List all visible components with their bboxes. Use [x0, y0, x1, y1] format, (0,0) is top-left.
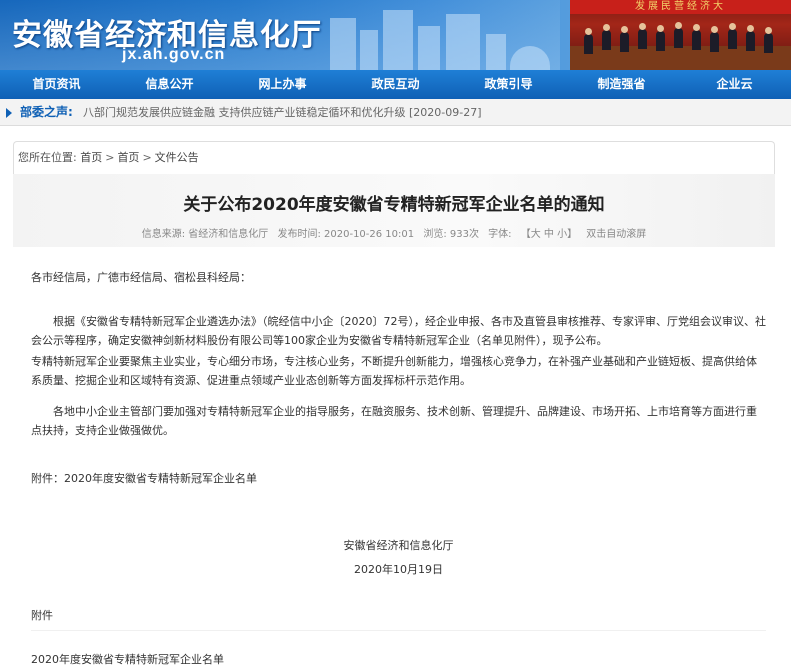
paragraph-2: 专精特新冠军企业要聚焦主业实业，专心细分市场，专注核心业务，不断提升创新能力，增…	[31, 355, 757, 387]
attachment-title: 2020年度安徽省专精特新冠军企业名单	[31, 653, 224, 666]
nav-item-home-news[interactable]: 首页资讯	[0, 70, 113, 99]
nav-item-online-services[interactable]: 网上办事	[226, 70, 339, 99]
article-meta: 信息来源: 省经济和信息化厅 发布时间: 2020-10-26 10:01 浏览…	[13, 225, 775, 240]
site-banner: 安徽省经济和信息化厅 jx.ah.gov.cn 发展民营经济大	[0, 0, 791, 70]
autoscroll-toggle[interactable]: 双击自动滚屏	[586, 229, 646, 240]
nav-item-manufacturing[interactable]: 制造强省	[565, 70, 678, 99]
attachment-line: 附件：2020年度安徽省专精特新冠军企业名单	[31, 472, 257, 485]
breadcrumb-file-notices[interactable]: 文件公告	[155, 151, 199, 164]
banner-slogan: 发展民营经济大	[570, 0, 791, 14]
signing-org: 安徽省经济和信息化厅	[343, 539, 454, 552]
breadcrumb-home-2[interactable]: 首页	[117, 151, 139, 164]
article-header: 关于公布2020年度安徽省专精特新冠军企业名单的通知 信息来源: 省经济和信息化…	[13, 174, 775, 247]
attachment-heading: 附件	[31, 609, 53, 622]
breadcrumb-label: 您所在位置:	[18, 151, 77, 164]
breadcrumb-home-1[interactable]: 首页	[80, 151, 102, 164]
ticker-label: 部委之声:	[20, 105, 73, 119]
news-ticker: 部委之声: 八部门规范发展供应链金融 支持供应链产业链稳定循环和优化升级 [20…	[0, 99, 791, 126]
nav-item-policy[interactable]: 政策引导	[452, 70, 565, 99]
meta-font-label: 字体:	[488, 229, 512, 240]
ticker-link[interactable]: 八部门规范发展供应链金融 支持供应链产业链稳定循环和优化升级 [2020-09-…	[83, 99, 482, 125]
nav-item-interaction[interactable]: 政民互动	[339, 70, 452, 99]
triangle-icon	[6, 108, 12, 118]
signing-date: 2020年10月19日	[354, 563, 443, 576]
addressee: 各市经信局，广德市经信局、宿松县科经局：	[31, 271, 251, 284]
banner-photo: 发展民营经济大	[570, 0, 791, 70]
meta-published: 发布时间: 2020-10-26 10:01	[277, 229, 415, 240]
font-size-control[interactable]: 【大 中 小】	[521, 229, 577, 240]
divider	[31, 630, 766, 631]
paragraph-1: 根据《安徽省专精特新冠军企业遴选办法》（皖经信中小企〔2020〕72号），经企业…	[31, 315, 766, 347]
site-url: jx.ah.gov.cn	[122, 46, 226, 63]
breadcrumb: 您所在位置: 首页 > 首页 > 文件公告	[13, 141, 775, 174]
paragraph-3: 各地中小企业主管部门要加强对专精特新冠军企业的指导服务，在融资服务、技术创新、管…	[31, 405, 757, 437]
main-nav: 首页资讯 信息公开 网上办事 政民互动 政策引导 制造强省 企业云	[0, 70, 791, 99]
breadcrumb-sep: >	[142, 151, 152, 164]
nav-item-enterprise-cloud[interactable]: 企业云	[678, 70, 791, 99]
nav-item-info-disclosure[interactable]: 信息公开	[113, 70, 226, 99]
breadcrumb-sep: >	[105, 151, 115, 164]
meta-source: 信息来源: 省经济和信息化厅	[141, 229, 269, 240]
meta-views: 浏览: 933次	[423, 229, 479, 240]
article-title: 关于公布2020年度安徽省专精特新冠军企业名单的通知	[183, 195, 605, 215]
